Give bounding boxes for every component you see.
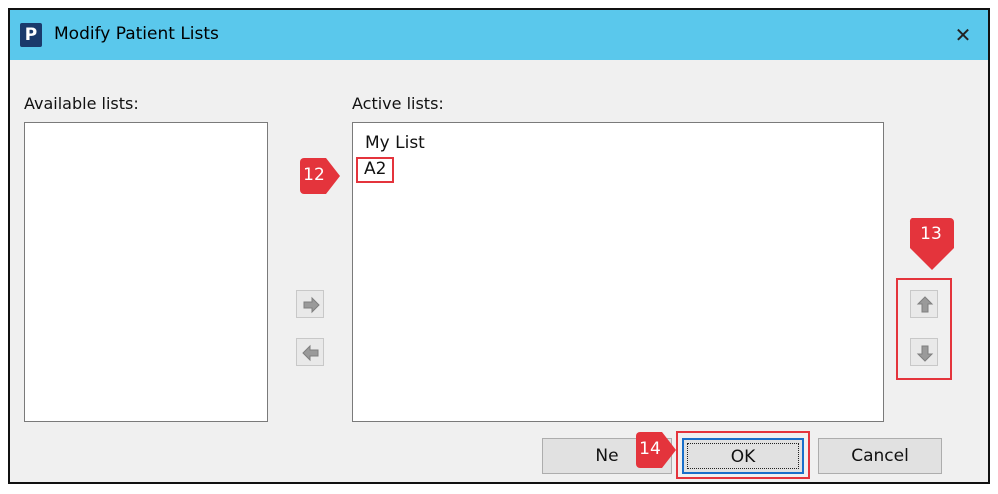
active-lists-label: Active lists:: [352, 94, 444, 113]
modify-patient-lists-dialog: P Modify Patient Lists ✕ Available lists…: [8, 8, 990, 484]
remove-from-active-button[interactable]: [296, 338, 324, 366]
list-item-my-list[interactable]: My List: [353, 129, 883, 157]
close-icon: ✕: [954, 23, 972, 47]
available-lists-label: Available lists:: [24, 94, 139, 113]
cancel-button[interactable]: Cancel: [818, 438, 942, 474]
arrow-down-icon: [916, 345, 934, 362]
available-lists-listbox[interactable]: [24, 122, 268, 422]
ok-button[interactable]: OK: [682, 438, 804, 474]
callout-13-number: 13: [920, 224, 942, 244]
callout-12: 12: [296, 156, 346, 218]
list-item-a2[interactable]: A2: [356, 157, 395, 183]
arrow-left-icon: [302, 344, 319, 362]
arrow-right-icon: [303, 296, 320, 314]
arrow-up-icon: [916, 296, 934, 313]
add-to-active-button[interactable]: [296, 290, 324, 318]
callout-13: 13: [906, 214, 956, 276]
callout-14-number: 14: [639, 439, 661, 459]
close-button[interactable]: ✕: [946, 18, 980, 52]
app-logo-icon: P: [20, 23, 42, 47]
callout-14: 14: [632, 430, 682, 492]
dialog-title: Modify Patient Lists: [54, 24, 219, 44]
move-down-button[interactable]: [910, 338, 938, 366]
title-bar[interactable]: P Modify Patient Lists ✕: [10, 10, 988, 60]
move-up-button[interactable]: [910, 290, 938, 318]
callout-12-number: 12: [303, 165, 325, 185]
active-lists-listbox[interactable]: My List A2: [352, 122, 884, 422]
